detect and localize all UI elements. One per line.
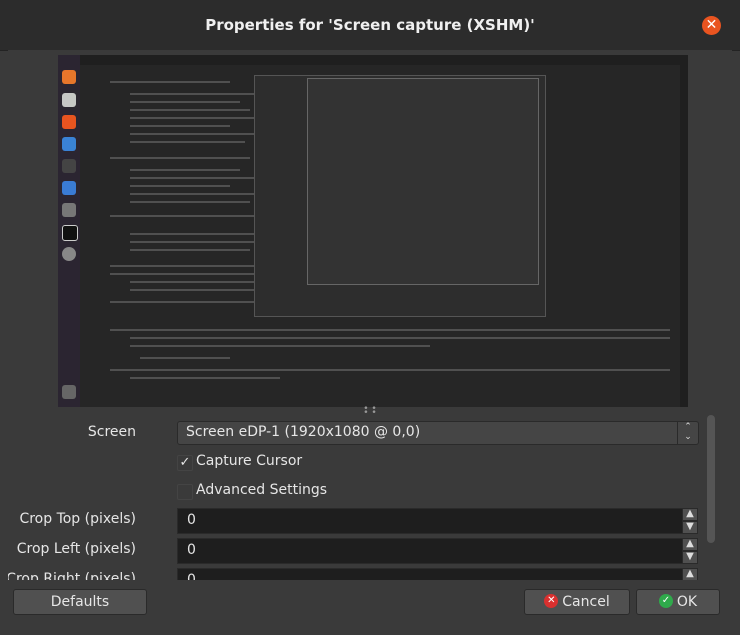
crop-right-stepper: ▲ <box>682 568 698 580</box>
help-icon <box>62 137 76 151</box>
capture-preview <box>58 55 688 407</box>
crop-left-input[interactable]: 0 <box>177 538 684 564</box>
preview-dock <box>58 55 80 407</box>
crop-top-input[interactable]: 0 <box>177 508 684 534</box>
ok-button[interactable]: ✓ OK <box>636 589 720 615</box>
files-icon <box>62 93 76 107</box>
screen-select[interactable]: Screen eDP-1 (1920x1080 @ 0,0) ⌃ ⌄ <box>177 421 699 445</box>
splitter-handle[interactable]: • • • • <box>361 405 379 418</box>
crop-top-stepper: ▲ ▼ <box>682 508 698 534</box>
screen-row: Screen Screen eDP-1 (1920x1080 @ 0,0) ⌃ ⌄ <box>8 421 699 445</box>
advanced-settings-checkbox[interactable] <box>177 484 193 500</box>
increment-button[interactable]: ▲ <box>682 538 698 551</box>
screen-select-value: Screen eDP-1 (1920x1080 @ 0,0) <box>186 424 421 440</box>
crop-left-row: Crop Left (pixels) 0 ▲ ▼ <box>8 538 698 564</box>
ok-label: OK <box>676 594 698 610</box>
crop-right-input[interactable]: 0 <box>177 568 684 580</box>
increment-button[interactable]: ▲ <box>682 508 698 521</box>
close-icon[interactable]: ✕ <box>702 16 721 35</box>
screenshot-icon <box>62 203 76 217</box>
terminal-icon <box>62 159 76 173</box>
title-bar: Properties for 'Screen capture (XSHM)' ✕ <box>0 0 740 51</box>
crop-top-label: Crop Top (pixels) <box>19 511 136 527</box>
software-icon <box>62 115 76 129</box>
button-bar: Defaults ✕ Cancel ✓ OK <box>8 580 732 630</box>
capture-cursor-checkbox[interactable]: ✓ <box>177 455 193 471</box>
cancel-label: Cancel <box>562 594 610 610</box>
crop-top-row: Crop Top (pixels) 0 ▲ ▼ <box>8 508 698 534</box>
properties-content: • • • • Screen Screen eDP-1 (1920x1080 @… <box>8 50 732 630</box>
screen-label: Screen <box>87 424 136 440</box>
up-down-arrows-icon: ⌃ ⌄ <box>677 422 698 444</box>
crop-right-value: 0 <box>187 572 196 580</box>
form-scrollbar[interactable] <box>707 415 715 543</box>
firefox-icon <box>62 70 76 84</box>
window-title: Properties for 'Screen capture (XSHM)' <box>205 16 535 34</box>
crop-right-clip: Crop Right (pixels) 0 ▲ <box>8 568 707 580</box>
crop-top-value: 0 <box>187 512 196 528</box>
crop-right-row: Crop Right (pixels) 0 ▲ <box>8 568 698 580</box>
crop-right-label: Crop Right (pixels) <box>8 571 136 580</box>
advanced-settings-row[interactable]: Advanced Settings <box>177 481 377 503</box>
apps-grid-icon <box>62 385 76 399</box>
crop-left-value: 0 <box>187 542 196 558</box>
crop-left-label: Crop Left (pixels) <box>16 541 136 557</box>
preview-obs-dialog <box>307 78 539 285</box>
obs-icon <box>62 225 78 241</box>
settings-icon <box>62 247 76 261</box>
checkmark-icon: ✓ <box>658 594 673 608</box>
capture-cursor-label: Capture Cursor <box>196 453 303 469</box>
advanced-settings-label: Advanced Settings <box>196 482 328 498</box>
increment-button[interactable]: ▲ <box>682 568 698 580</box>
crop-left-stepper: ▲ ▼ <box>682 538 698 564</box>
editor-icon <box>62 181 76 195</box>
cancel-button[interactable]: ✕ Cancel <box>524 589 630 615</box>
cancel-icon: ✕ <box>544 594 559 608</box>
capture-cursor-row[interactable]: ✓ Capture Cursor <box>177 452 377 474</box>
decrement-button[interactable]: ▼ <box>682 551 698 564</box>
defaults-button[interactable]: Defaults <box>13 589 147 615</box>
decrement-button[interactable]: ▼ <box>682 521 698 534</box>
